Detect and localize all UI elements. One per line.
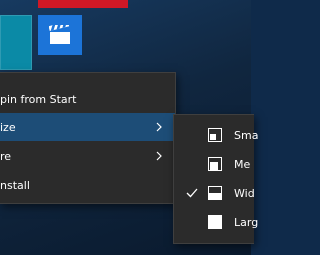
- clapperboard-icon: [49, 25, 70, 44]
- resize-option-large[interactable]: Larg: [174, 208, 258, 236]
- menu-item-label: re: [0, 149, 12, 163]
- menu-item-unpin[interactable]: pin from Start: [0, 85, 175, 113]
- resize-option-label: Wid: [234, 186, 255, 200]
- chevron-right-icon: [156, 151, 162, 161]
- resize-option-wide[interactable]: Wid: [174, 179, 255, 207]
- chevron-right-icon: [156, 122, 162, 132]
- resize-option-medium[interactable]: Me: [174, 150, 254, 178]
- medium-tile-icon: [208, 157, 222, 171]
- menu-item-label: ize: [0, 120, 16, 134]
- tile-context-menu: pin from Start ize re nstall: [0, 72, 176, 204]
- checkmark-icon: [186, 188, 198, 198]
- resize-option-label: Sma: [234, 128, 259, 142]
- menu-item-more[interactable]: re: [0, 142, 175, 170]
- resize-option-label: Larg: [234, 215, 259, 229]
- menu-item-label: nstall: [0, 178, 30, 192]
- app-tile-teal[interactable]: [0, 15, 32, 70]
- large-tile-icon: [208, 215, 222, 229]
- menu-item-label: pin from Start: [0, 92, 77, 106]
- menu-item-resize[interactable]: ize: [0, 113, 175, 141]
- resize-option-label: Me: [234, 157, 251, 171]
- resize-option-small[interactable]: Sma: [174, 121, 258, 149]
- wide-tile-icon: [208, 186, 222, 200]
- small-tile-icon: [208, 128, 222, 142]
- resize-submenu: Sma Me Wid Larg: [173, 114, 258, 244]
- menu-item-uninstall[interactable]: nstall: [0, 171, 175, 199]
- app-tile-red[interactable]: [38, 0, 128, 8]
- movies-tv-tile[interactable]: [38, 15, 82, 55]
